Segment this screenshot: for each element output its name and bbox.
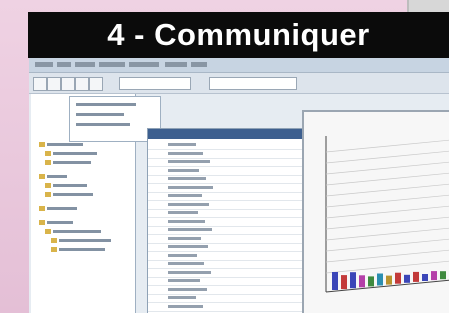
chart-bar: [431, 271, 437, 281]
tree-label: [47, 221, 73, 224]
chart-bar: [404, 274, 410, 283]
option-line: [76, 103, 136, 106]
grid-line: [325, 249, 449, 263]
grid-line: [325, 172, 449, 186]
page-title: 4 - Communiquer: [107, 17, 370, 52]
grid-line: [325, 150, 449, 164]
menu-bar: [29, 58, 449, 73]
menu-item[interactable]: [57, 62, 71, 67]
cell-text: [168, 287, 207, 291]
cell-text: [168, 219, 205, 223]
cell-text: [168, 245, 208, 248]
tree-label: [53, 152, 97, 155]
cell-text: [168, 304, 203, 308]
chart-bar: [341, 275, 347, 290]
chart-svg: [325, 136, 449, 293]
tree-label: [47, 175, 67, 178]
tree-label: [59, 248, 105, 251]
tree-label: [53, 230, 101, 233]
cell-text: [168, 211, 198, 214]
folder-icon: [39, 220, 45, 225]
toolbar-button[interactable]: [89, 77, 103, 91]
cell-text: [168, 151, 203, 155]
cell-text: [168, 202, 209, 206]
menu-item[interactable]: [35, 62, 53, 67]
chart-bar: [332, 272, 338, 290]
folder-icon: [51, 238, 57, 243]
grid-line: [325, 183, 449, 197]
chart-bar: [377, 273, 383, 286]
table-row[interactable]: [148, 303, 308, 312]
toolbar: [29, 73, 449, 94]
toolbar-button[interactable]: [47, 77, 61, 91]
menu-item[interactable]: [99, 62, 125, 67]
option-line: [76, 113, 124, 116]
option-line: [76, 123, 130, 126]
grid-line: [325, 194, 449, 208]
cell-text: [168, 160, 210, 163]
cell-text: [168, 270, 211, 274]
chart-bar: [395, 272, 401, 284]
tree-label: [53, 161, 91, 164]
cell-text: [168, 236, 201, 240]
cell-text: [168, 228, 212, 231]
folder-icon: [45, 160, 51, 165]
chart-bar: [422, 274, 428, 281]
toolbar-button[interactable]: [33, 77, 47, 91]
chart-bar: [368, 276, 374, 287]
cell-text: [168, 262, 204, 265]
chart-bar: [359, 275, 365, 288]
grid-line: [325, 238, 449, 252]
app-screenshot: [29, 58, 449, 313]
grid-line: [325, 260, 449, 274]
cell-text: [168, 194, 202, 197]
menu-item[interactable]: [191, 62, 207, 67]
chart-bar: [386, 275, 392, 285]
cell-text: [168, 143, 196, 146]
cell-text: [168, 168, 199, 172]
folder-icon: [51, 247, 57, 252]
chart-window: [302, 110, 449, 313]
data-grid: [147, 128, 309, 313]
grid-line: [325, 161, 449, 175]
folder-icon: [39, 142, 45, 147]
grid-line: [325, 205, 449, 219]
cell-text: [168, 253, 197, 257]
folder-icon: [45, 229, 51, 234]
tree-label: [59, 239, 111, 242]
toolbar-button[interactable]: [61, 77, 75, 91]
title-banner: 4 - Communiquer: [28, 12, 449, 58]
folder-icon: [39, 174, 45, 179]
tree-label: [53, 184, 87, 187]
chart-bar: [350, 272, 356, 289]
toolbar-field[interactable]: [209, 77, 297, 90]
folder-icon: [39, 206, 45, 211]
cell-text: [168, 296, 196, 299]
folder-icon: [45, 151, 51, 156]
grid-header: [148, 129, 308, 139]
cell-text: [168, 177, 206, 180]
toolbar-button[interactable]: [75, 77, 89, 91]
toolbar-field[interactable]: [119, 77, 191, 90]
cell-text: [168, 279, 200, 282]
cell-text: [168, 185, 213, 189]
chart-bar: [440, 271, 446, 280]
grid-line: [325, 139, 449, 153]
tree-label: [53, 193, 93, 196]
menu-item[interactable]: [129, 62, 159, 67]
grid-line: [325, 227, 449, 241]
tree-label: [47, 143, 83, 146]
folder-icon: [45, 183, 51, 188]
tree-label: [47, 207, 77, 210]
grid-line: [325, 216, 449, 230]
folder-icon: [45, 192, 51, 197]
chart-bar: [413, 271, 419, 282]
menu-item[interactable]: [75, 62, 95, 67]
menu-item[interactable]: [165, 62, 187, 67]
